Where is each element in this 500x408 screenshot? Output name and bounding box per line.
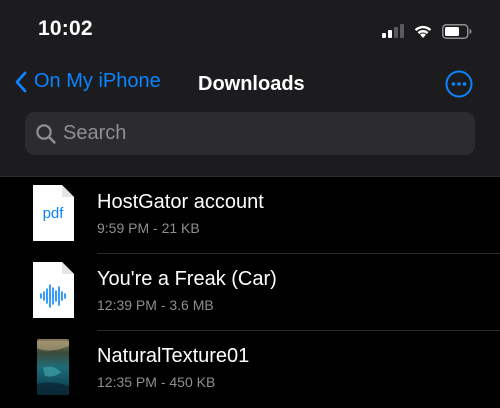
pdf-type-label: pdf	[42, 205, 64, 222]
file-meta: 12:35 PM - 450 KB	[97, 374, 216, 390]
back-button-label: On My iPhone	[34, 70, 161, 92]
file-row-naturaltexture01[interactable]: NaturalTexture01 12:35 PM - 450 KB	[0, 331, 500, 408]
pdf-document-icon: pdf	[31, 184, 75, 242]
page-title: Downloads	[198, 73, 305, 95]
navigation-bar: On My iPhone Downloads	[0, 66, 500, 106]
file-name: You're a Freak (Car)	[97, 268, 277, 290]
wifi-icon	[413, 24, 433, 39]
status-time: 10:02	[38, 17, 93, 40]
header-area: 10:02 On My iPhone Downloads Search	[0, 0, 500, 177]
file-meta: 9:59 PM - 21 KB	[97, 220, 200, 236]
search-input[interactable]	[63, 122, 475, 145]
cellular-signal-icon	[382, 24, 404, 38]
audio-waveform-icon	[31, 261, 75, 319]
chevron-left-icon	[14, 71, 28, 93]
status-bar: 10:02	[0, 0, 500, 60]
file-name: NaturalTexture01	[97, 345, 250, 367]
back-button[interactable]: On My iPhone	[14, 70, 161, 93]
file-row-youre-a-freak[interactable]: You're a Freak (Car) 12:39 PM - 3.6 MB	[0, 254, 500, 331]
file-list: pdf HostGator account 9:59 PM - 21 KB Yo…	[0, 177, 500, 408]
magnifying-glass-icon	[35, 123, 57, 145]
file-name: HostGator account	[97, 191, 264, 213]
battery-icon	[442, 23, 472, 39]
status-icons	[382, 21, 472, 41]
file-row-hostgator-account[interactable]: pdf HostGator account 9:59 PM - 21 KB	[0, 177, 500, 254]
ellipsis-circle-icon	[445, 70, 473, 98]
more-button[interactable]	[445, 70, 473, 98]
search-bar[interactable]	[25, 112, 475, 155]
file-meta: 12:39 PM - 3.6 MB	[97, 297, 214, 313]
image-thumbnail-icon	[31, 338, 75, 396]
